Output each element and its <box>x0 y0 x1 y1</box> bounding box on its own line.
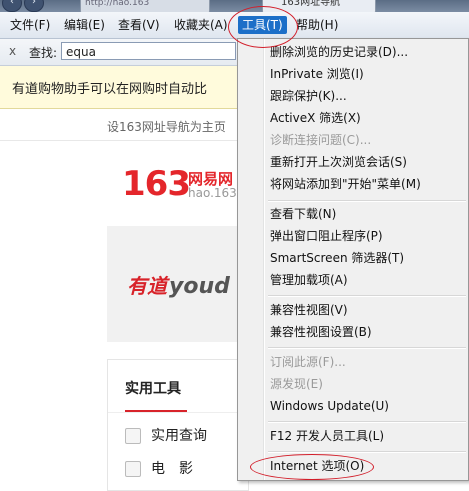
annotation-circle-internet-options <box>250 454 374 480</box>
menu-item-diagnose: 诊断连接问题(C)... <box>270 133 372 147</box>
menu-gutter <box>263 39 265 480</box>
menu-separator <box>268 295 466 297</box>
youdao-en: youd <box>169 274 230 299</box>
annotation-circle-tools <box>228 6 298 48</box>
youdao-cn: 有道 <box>127 274 167 298</box>
youdao-logo: 有道youd <box>127 270 230 299</box>
menu-item-delete-history[interactable]: 删除浏览的历史记录(D)... <box>270 42 408 62</box>
logo-number: 163 <box>122 164 191 204</box>
menu-separator <box>268 347 466 349</box>
menu-item-add-to-start[interactable]: 将网站添加到"开始"菜单(M) <box>270 174 421 194</box>
menu-item-manage-addons[interactable]: 管理加载项(A) <box>270 270 348 290</box>
query-icon <box>125 428 141 444</box>
tool-label: 实用查询 <box>151 428 207 444</box>
close-find-icon[interactable]: x <box>9 44 16 58</box>
tools-panel: 实用工具 实用查询 电 影 <box>107 359 249 491</box>
tool-item-movie[interactable]: 电 影 <box>125 458 193 478</box>
menu-edit[interactable]: 编辑(E) <box>60 16 109 34</box>
tools-dropdown-menu: 删除浏览的历史记录(D)... InPrivate 浏览(I) 跟踪保护(K).… <box>237 38 469 481</box>
menu-item-view-downloads[interactable]: 查看下载(N) <box>270 204 336 224</box>
address-bar[interactable]: http://hao.163 <box>80 0 210 12</box>
movie-icon <box>125 461 141 477</box>
divider <box>108 412 248 413</box>
set-homepage-link[interactable]: 设163网址导航为主页 <box>107 118 226 135</box>
forward-button[interactable]: › <box>24 0 44 12</box>
title-bar: ‹ › http://hao.163 163网址导航 <box>0 0 469 12</box>
menu-separator <box>268 451 466 453</box>
menu-item-compat-view[interactable]: 兼容性视图(V) <box>270 300 348 320</box>
menu-item-f12-devtools[interactable]: F12 开发人员工具(L) <box>270 426 384 446</box>
menu-item-tracking-protection[interactable]: 跟踪保护(K)... <box>270 86 347 106</box>
site-logo[interactable]: 163 网易网 hao.163 <box>122 164 237 204</box>
menu-item-activex-filter[interactable]: ActiveX 筛选(X) <box>270 108 361 128</box>
menu-item-inprivate[interactable]: InPrivate 浏览(I) <box>270 64 364 84</box>
menu-item-smartscreen[interactable]: SmartScreen 筛选器(T) <box>270 248 404 268</box>
menu-item-popup-blocker[interactable]: 弹出窗口阻止程序(P) <box>270 226 383 246</box>
youdao-banner[interactable]: 有道youd <box>107 226 247 342</box>
tool-item-query[interactable]: 实用查询 <box>125 425 207 445</box>
tools-title: 实用工具 <box>125 381 181 397</box>
back-button[interactable]: ‹ <box>2 0 22 12</box>
menu-favorites[interactable]: 收藏夹(A) <box>170 16 232 34</box>
menu-item-feed-discovery: 源发现(E) <box>270 377 323 391</box>
find-label: 查找: <box>29 46 58 60</box>
menu-item-compat-settings[interactable]: 兼容性视图设置(B) <box>270 322 372 342</box>
menu-item-windows-update[interactable]: Windows Update(U) <box>270 396 389 416</box>
menu-item-subscribe-feed: 订阅此源(F)... <box>270 355 346 369</box>
notification-text: 有道购物助手可以在网购时自动比 <box>12 82 208 97</box>
menu-separator <box>268 421 466 423</box>
find-input[interactable]: equa <box>61 42 236 60</box>
tool-label: 电 影 <box>151 461 193 477</box>
menu-item-reopen-session[interactable]: 重新打开上次浏览会话(S) <box>270 152 407 172</box>
menu-help[interactable]: 帮助(H) <box>292 16 342 34</box>
logo-domain: hao.163 <box>188 186 237 200</box>
menu-file[interactable]: 文件(F) <box>6 16 54 34</box>
menu-view[interactable]: 查看(V) <box>114 16 164 34</box>
menu-separator <box>268 200 466 202</box>
